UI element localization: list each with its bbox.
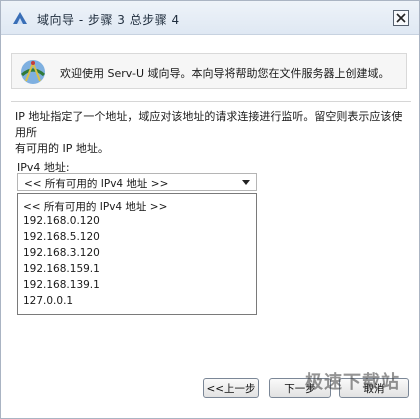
wizard-window: 域向导 - 步骤 3 总步骤 4 欢迎使用 Serv-U 域向导。本向导将帮助您… <box>0 0 420 419</box>
list-item[interactable]: 192.168.139.1 <box>23 279 100 291</box>
list-item[interactable]: << 所有可用的 IPv4 地址 >> <box>23 199 167 214</box>
back-button[interactable]: <<上一步 <box>203 378 259 398</box>
list-item[interactable]: 192.168.0.120 <box>23 215 100 227</box>
close-button[interactable] <box>393 10 409 26</box>
section-divider <box>11 101 411 102</box>
ipv4-options-list[interactable]: << 所有可用的 IPv4 地址 >> 192.168.0.120 192.16… <box>17 193 257 315</box>
list-item[interactable]: 127.0.0.1 <box>23 295 73 307</box>
close-icon <box>396 13 406 23</box>
serv-u-globe-icon <box>20 60 46 84</box>
ipv4-selected-value: << 所有可用的 IPv4 地址 >> <box>24 178 169 190</box>
chevron-down-icon[interactable] <box>242 180 250 185</box>
list-item[interactable]: 192.168.3.120 <box>23 247 100 259</box>
ip-description: IP 地址指定了一个地址，域应对该地址的请求连接进行监听。留空则表示应该使用所 … <box>15 109 411 157</box>
intro-banner: 欢迎使用 Serv-U 域向导。本向导将帮助您在文件服务器上创建域。 <box>11 53 407 89</box>
title-bar: 域向导 - 步骤 3 总步骤 4 <box>1 1 419 35</box>
watermark: 极速下载站 <box>305 372 400 393</box>
ip-description-line-2: 有可用的 IP 地址。 <box>15 142 109 155</box>
list-item[interactable]: 192.168.5.120 <box>23 231 100 243</box>
serv-u-wizard-icon <box>13 12 27 24</box>
list-item[interactable]: 192.168.159.1 <box>23 263 100 275</box>
ipv4-select[interactable]: << 所有可用的 IPv4 地址 >> <box>17 173 257 191</box>
window-title: 域向导 - 步骤 3 总步骤 4 <box>37 13 180 27</box>
intro-text: 欢迎使用 Serv-U 域向导。本向导将帮助您在文件服务器上创建域。 <box>60 67 390 80</box>
ip-description-line-1: IP 地址指定了一个地址，域应对该地址的请求连接进行监听。留空则表示应该使用所 <box>15 110 403 139</box>
